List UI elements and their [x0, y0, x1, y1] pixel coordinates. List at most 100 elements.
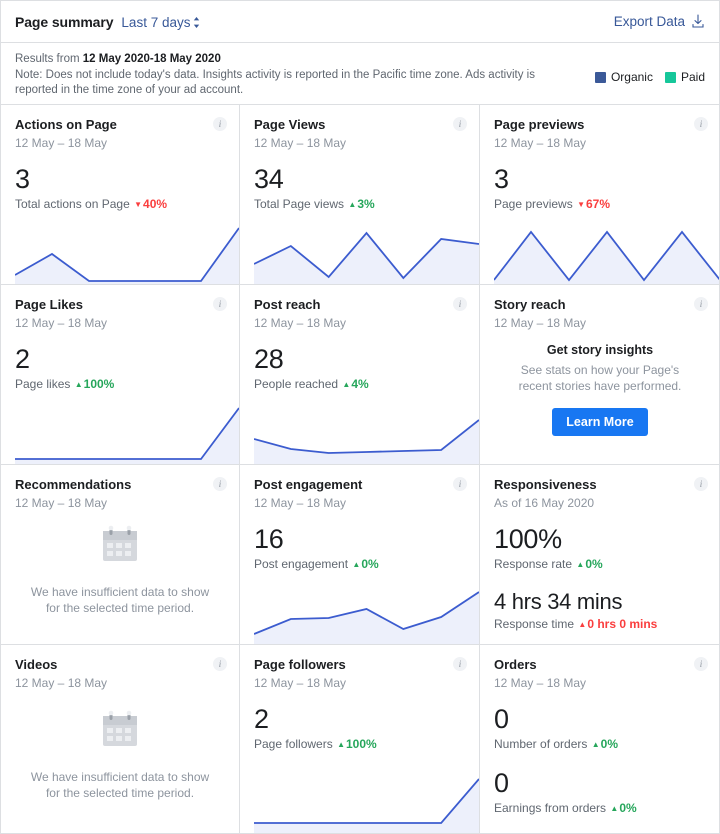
card-page-previews[interactable]: Page previews 12 May – 18 May i 3 Page p… — [480, 105, 720, 285]
metric-label-text: People reached — [254, 377, 338, 391]
card-title: Story reach — [494, 297, 706, 313]
promo-body: See stats on how your Page's recent stor… — [508, 362, 693, 394]
metric-label: Page followers ▲100% — [254, 736, 465, 754]
delta-value: 3% — [357, 197, 374, 211]
results-note-text: Results from 12 May 2020-18 May 2020 Not… — [15, 52, 575, 99]
download-icon[interactable] — [691, 14, 705, 29]
empty-state: We have insufficient data to show for th… — [15, 691, 225, 833]
info-icon[interactable]: i — [694, 657, 708, 671]
info-icon[interactable]: i — [694, 477, 708, 491]
card-actions-on-page[interactable]: Actions on Page 12 May – 18 May i 3 Tota… — [1, 105, 240, 285]
metric-block-number-of-orders: 0 Number of orders ▲0% — [494, 704, 706, 754]
sparkline-actions-on-page — [15, 222, 239, 284]
card-title: Post engagement — [254, 477, 465, 493]
metric-delta: ▼67% — [577, 197, 610, 211]
metric-value: 34 — [254, 164, 465, 195]
legend-swatch-organic — [595, 72, 606, 83]
sparkline-post-reach — [254, 402, 479, 464]
info-icon[interactable]: i — [694, 117, 708, 131]
card-title: Responsiveness — [494, 477, 706, 493]
delta-value: 4% — [351, 377, 368, 391]
card-subtitle: As of 16 May 2020 — [494, 495, 706, 511]
info-icon[interactable]: i — [213, 657, 227, 671]
card-title: Page previews — [494, 117, 706, 133]
card-post-reach[interactable]: Post reach 12 May – 18 May i 28 People r… — [240, 285, 480, 465]
card-page-likes[interactable]: Page Likes 12 May – 18 May i 2 Page like… — [1, 285, 240, 465]
delta-arrow-down-icon: ▼ — [134, 197, 142, 213]
card-story-reach[interactable]: Story reach 12 May – 18 May i Get story … — [480, 285, 720, 465]
metric-delta: ▲3% — [348, 197, 374, 211]
sparkline-page-views — [254, 222, 479, 284]
delta-arrow-up-icon: ▲ — [610, 801, 618, 817]
info-icon[interactable]: i — [453, 117, 467, 131]
card-orders[interactable]: Orders 12 May – 18 May i 0 Number of ord… — [480, 645, 720, 833]
learn-more-button[interactable]: Learn More — [552, 408, 647, 436]
metric-block: 28 People reached ▲4% — [254, 344, 465, 394]
header-left-group: Page summary Last 7 days — [15, 14, 200, 30]
metric-label-secondary: Response time ▲0 hrs 0 mins — [494, 616, 706, 634]
chevron-updown-icon — [193, 17, 200, 30]
delta-value: 100% — [84, 377, 115, 391]
metric-value: 3 — [15, 164, 225, 195]
metric-delta-secondary: ▲0 hrs 0 mins — [578, 617, 657, 631]
delta-value: 0% — [619, 801, 636, 815]
results-notes-bar: Results from 12 May 2020-18 May 2020 Not… — [1, 43, 719, 105]
card-subtitle: 12 May – 18 May — [494, 675, 706, 691]
metric-block-response-rate: 100% Response rate ▲0% — [494, 524, 706, 574]
timezone-note: Note: Does not include today's data. Ins… — [15, 69, 535, 97]
promo-title: Get story insights — [547, 343, 653, 357]
delta-value: 0 hrs 0 mins — [587, 617, 657, 631]
sparkline-svg — [254, 222, 479, 284]
info-icon[interactable]: i — [694, 297, 708, 311]
card-page-views[interactable]: Page Views 12 May – 18 May i 34 Total Pa… — [240, 105, 480, 285]
export-data-button[interactable]: Export Data — [614, 14, 685, 29]
metric-value: 3 — [494, 164, 706, 195]
card-recommendations[interactable]: Recommendations 12 May – 18 May i — [1, 465, 240, 645]
date-range-selector[interactable]: Last 7 days — [121, 15, 200, 30]
info-icon[interactable]: i — [453, 477, 467, 491]
delta-arrow-up-icon: ▲ — [592, 737, 600, 753]
card-subtitle: 12 May – 18 May — [15, 495, 225, 511]
date-range-label: Last 7 days — [121, 15, 190, 30]
card-subtitle: 12 May – 18 May — [494, 135, 706, 151]
calendar-icon — [98, 708, 142, 757]
delta-arrow-up-icon: ▲ — [578, 617, 586, 633]
sparkline-page-likes — [15, 402, 239, 464]
card-subtitle: 12 May – 18 May — [254, 135, 465, 151]
card-videos[interactable]: Videos 12 May – 18 May i — [1, 645, 240, 833]
card-subtitle: 12 May – 18 May — [254, 315, 465, 331]
metric-label-text: Total Page views — [254, 197, 344, 211]
sparkline-svg — [254, 771, 479, 833]
metric-label: Number of orders ▲0% — [494, 736, 706, 754]
card-subtitle: 12 May – 18 May — [254, 495, 465, 511]
card-responsiveness[interactable]: Responsiveness As of 16 May 2020 i 100% … — [480, 465, 720, 645]
metric-label: People reached ▲4% — [254, 376, 465, 394]
legend-label-paid: Paid — [681, 70, 705, 84]
info-icon[interactable]: i — [213, 477, 227, 491]
metric-value: 2 — [254, 704, 465, 735]
info-icon[interactable]: i — [453, 297, 467, 311]
metric-delta: ▲0% — [352, 557, 378, 571]
metric-label-text: Number of orders — [494, 737, 587, 751]
metric-label-text: Page previews — [494, 197, 573, 211]
metric-delta: ▲0% — [576, 557, 602, 571]
card-post-engagement[interactable]: Post engagement 12 May – 18 May i 16 Pos… — [240, 465, 480, 645]
metric-delta: ▲100% — [337, 737, 377, 751]
metric-label-text: Post engagement — [254, 557, 348, 571]
info-icon[interactable]: i — [213, 297, 227, 311]
card-title: Orders — [494, 657, 706, 673]
metric-value-secondary: 4 hrs 34 mins — [494, 588, 706, 615]
info-icon[interactable]: i — [213, 117, 227, 131]
sparkline-post-engagement — [254, 582, 479, 644]
card-page-followers[interactable]: Page followers 12 May – 18 May i 2 Page … — [240, 645, 480, 833]
metric-value: 16 — [254, 524, 465, 555]
metric-delta: ▲4% — [342, 377, 368, 391]
sparkline-svg — [494, 222, 720, 284]
card-title: Page followers — [254, 657, 465, 673]
card-title: Post reach — [254, 297, 465, 313]
metric-label: Response rate ▲0% — [494, 556, 706, 574]
info-icon[interactable]: i — [453, 657, 467, 671]
legend-item-paid: Paid — [665, 70, 705, 84]
delta-arrow-up-icon: ▲ — [352, 557, 360, 573]
metric-value: 100% — [494, 524, 706, 555]
